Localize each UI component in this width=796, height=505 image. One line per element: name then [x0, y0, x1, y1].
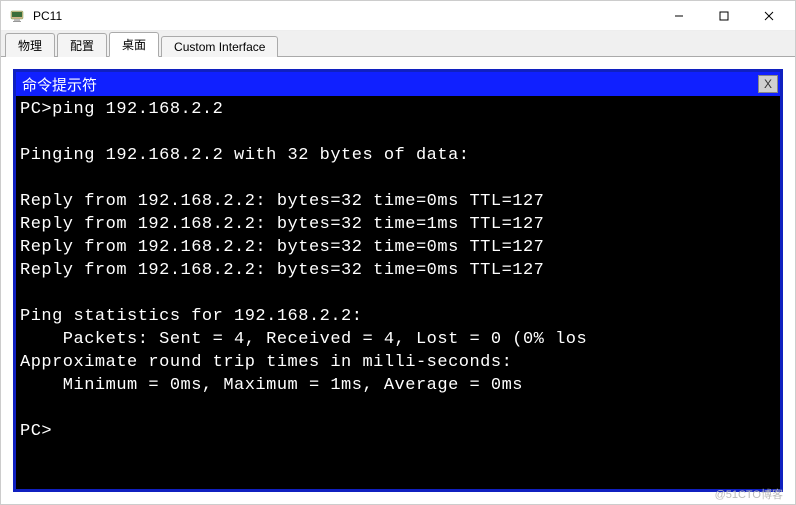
close-button[interactable] [746, 2, 791, 30]
tab-custom-interface[interactable]: Custom Interface [161, 36, 278, 57]
content-area: 命令提示符 X PC>ping 192.168.2.2 Pinging 192.… [1, 57, 795, 504]
app-icon [9, 8, 25, 24]
terminal-close-button[interactable]: X [758, 75, 778, 93]
window-title: PC11 [33, 9, 656, 23]
window-controls [656, 2, 791, 30]
maximize-button[interactable] [701, 2, 746, 30]
tab-desktop[interactable]: 桌面 [109, 32, 159, 57]
tab-config[interactable]: 配置 [57, 33, 107, 57]
terminal-titlebar: 命令提示符 X [16, 72, 780, 96]
terminal-title: 命令提示符 [22, 74, 758, 95]
tab-bar: 物理 配置 桌面 Custom Interface [1, 31, 795, 57]
tab-physical[interactable]: 物理 [5, 33, 55, 57]
terminal-window: 命令提示符 X PC>ping 192.168.2.2 Pinging 192.… [13, 69, 783, 492]
minimize-button[interactable] [656, 2, 701, 30]
terminal-body[interactable]: PC>ping 192.168.2.2 Pinging 192.168.2.2 … [16, 96, 780, 489]
app-window: PC11 物理 配置 桌面 Custom Interface 命令提示符 X P… [0, 0, 796, 505]
window-titlebar: PC11 [1, 1, 795, 31]
